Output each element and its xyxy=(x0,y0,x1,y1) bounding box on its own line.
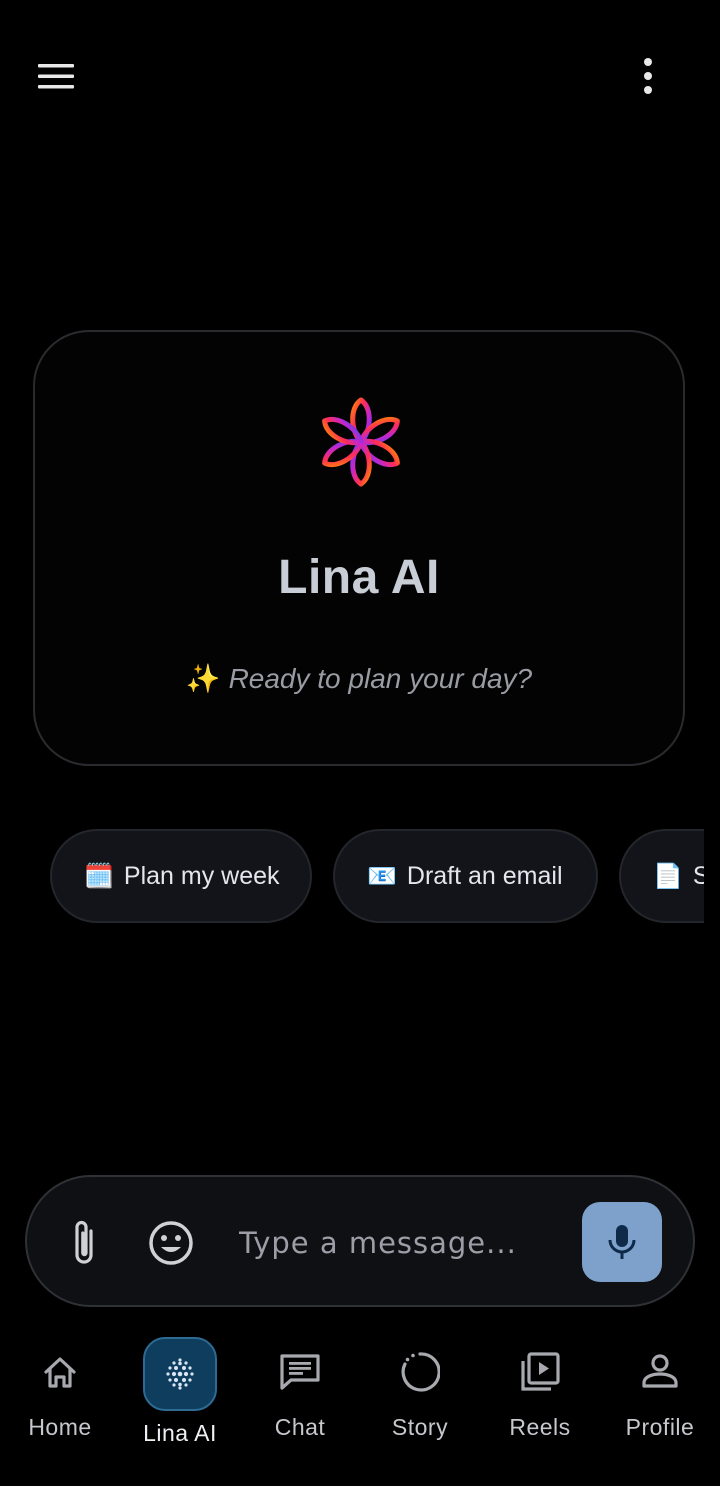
nav-item-lina-ai[interactable]: Lina AI xyxy=(120,1330,240,1460)
nav-label: Story xyxy=(391,1414,449,1440)
hamburger-menu-icon xyxy=(38,64,74,89)
nav-label: Lina AI xyxy=(143,1420,217,1446)
more-vertical-icon xyxy=(644,58,652,94)
smiley-icon[interactable] xyxy=(147,1219,195,1267)
calendar-icon: 🗓️ xyxy=(84,862,114,890)
story-ring-icon xyxy=(401,1352,440,1392)
nav-item-profile[interactable]: Profile xyxy=(600,1330,720,1460)
voice-input-button[interactable] xyxy=(582,1202,662,1282)
nav-item-story[interactable]: Story xyxy=(360,1330,480,1460)
nav-label: Home xyxy=(28,1414,92,1440)
suggestion-chip-plan-week[interactable]: 🗓️ Plan my week xyxy=(50,829,312,923)
nav-item-reels[interactable]: Reels xyxy=(480,1330,600,1460)
reels-icon xyxy=(521,1352,560,1391)
nav-item-chat[interactable]: Chat xyxy=(240,1330,360,1460)
message-composer xyxy=(25,1175,695,1307)
more-options-button[interactable] xyxy=(628,56,668,96)
menu-button[interactable] xyxy=(36,56,76,96)
nav-item-home[interactable]: Home xyxy=(0,1330,120,1460)
chat-icon xyxy=(280,1354,320,1390)
dots-sphere-icon xyxy=(166,1358,194,1390)
assistant-title: Lina AI xyxy=(278,551,440,604)
profile-icon xyxy=(642,1354,678,1388)
lina-ai-flower-logo xyxy=(322,397,400,487)
sparkles-icon: ✨ xyxy=(185,663,221,694)
microphone-icon xyxy=(608,1225,636,1259)
email-icon: 📧 xyxy=(367,862,397,890)
nav-label: Chat xyxy=(274,1414,326,1440)
message-input[interactable] xyxy=(237,1213,571,1273)
nav-label: Profile xyxy=(625,1414,695,1440)
suggestion-chip-draft-email[interactable]: 📧 Draft an email xyxy=(333,829,598,923)
suggestion-chips: 🗓️ Plan my week 📧 Draft an email 📄 S xyxy=(50,829,704,925)
chip-label: S xyxy=(692,861,704,890)
subtitle-text: Ready to plan your day? xyxy=(228,663,533,694)
assistant-subtitle: ✨ Ready to plan your day? xyxy=(35,662,683,695)
chip-label: Plan my week xyxy=(123,861,280,890)
nav-label: Reels xyxy=(509,1414,571,1440)
bottom-navigation: Home Lina AI Chat Story Reels Profile xyxy=(0,1330,720,1486)
document-icon: 📄 xyxy=(653,862,683,890)
home-icon xyxy=(44,1357,76,1388)
paperclip-icon[interactable] xyxy=(65,1217,105,1269)
chip-label: Draft an email xyxy=(406,861,563,890)
suggestion-chip-document[interactable]: 📄 S xyxy=(619,829,704,923)
welcome-card: Lina AI ✨ Ready to plan your day? xyxy=(33,330,685,766)
